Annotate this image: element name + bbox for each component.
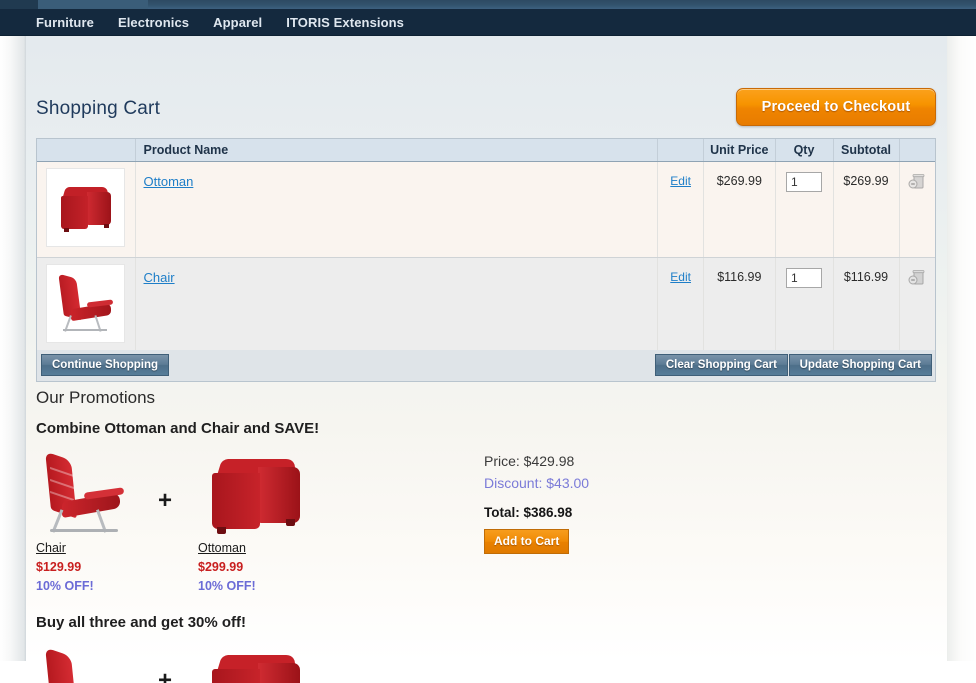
plus-separator-icon: + [158, 667, 173, 683]
product-link-chair[interactable]: Chair [144, 270, 175, 285]
ottoman-thumbnail-icon [46, 167, 126, 247]
cell-edit: Edit [657, 161, 705, 258]
table-header-row: Product Name Unit Price Qty Subtotal [37, 139, 935, 162]
top-navigation-bar: Furniture Electronics Apparel ITORIS Ext… [0, 9, 976, 36]
promotions-title: Our Promotions [36, 388, 156, 407]
cell-unit-price: $116.99 [703, 257, 776, 354]
table-row: Ottoman Edit $269.99 $269.99 [37, 161, 935, 258]
page-content-column: Shopping Cart Proceed to Checkout Produc… [26, 36, 947, 683]
promotion-item-discount: 10% OFF! [198, 579, 256, 593]
column-header-image [37, 139, 136, 162]
scroll-strip-segment-left [0, 0, 38, 9]
column-header-qty: Qty [775, 139, 834, 162]
promotion-heading: Buy all three and get 30% off! [36, 614, 247, 631]
trash-icon[interactable] [908, 172, 926, 190]
promotion-items: Chair $129.99 10% OFF! + Ottoman $299.99… [36, 451, 936, 593]
product-link-ottoman[interactable]: Ottoman [144, 174, 194, 189]
promotion-total: Total: $386.98 [484, 505, 573, 520]
proceed-to-checkout-button[interactable]: Proceed to Checkout [736, 88, 936, 126]
promotion-item-name[interactable]: Ottoman [198, 541, 328, 555]
promotion-item-chair [36, 647, 132, 683]
plus-separator-icon: + [158, 487, 173, 514]
page-title: Shopping Cart [36, 98, 161, 119]
promotion-price-panel: Price: $429.98 Discount: $43.00 Total: $… [484, 453, 744, 554]
cell-qty [775, 161, 834, 258]
page-left-gutter [0, 36, 26, 661]
cell-product-image [37, 161, 136, 258]
cart-actions-bar: Continue Shopping Clear Shopping Cart Up… [36, 350, 936, 382]
chair-thumbnail-icon [36, 451, 132, 537]
chair-thumbnail-icon [46, 263, 126, 343]
ottoman-thumbnail-icon [198, 647, 328, 683]
promotion-item-discount: 10% OFF! [36, 579, 94, 593]
cell-unit-price: $269.99 [703, 161, 776, 258]
cell-qty [775, 257, 834, 354]
promotion-item-name[interactable]: Chair [36, 541, 132, 555]
promotion-discount: Discount: $43.00 [484, 475, 590, 491]
chair-thumbnail-icon [36, 647, 132, 683]
edit-link[interactable]: Edit [670, 174, 691, 188]
column-header-unit-price: Unit Price [703, 139, 776, 162]
qty-input[interactable] [786, 171, 822, 192]
promotion-item-chair: Chair $129.99 10% OFF! [36, 451, 132, 593]
promotion-item-ottoman [198, 647, 328, 683]
browser-scroll-strip [0, 0, 976, 9]
update-shopping-cart-button[interactable]: Update Shopping Cart [788, 354, 932, 376]
page-frame: Shopping Cart Proceed to Checkout Produc… [0, 36, 976, 683]
column-header-subtotal: Subtotal [833, 139, 900, 162]
continue-shopping-button[interactable]: Continue Shopping [41, 354, 170, 376]
promotions-section: Our Promotions Combine Ottoman and Chair… [36, 388, 936, 593]
qty-input[interactable] [786, 267, 822, 288]
page-right-gutter [947, 36, 976, 661]
cell-remove [899, 161, 935, 258]
promotion-item-ottoman: Ottoman $299.99 10% OFF! [198, 451, 328, 593]
promotion-block-buy-all-three: Buy all three and get 30% off! + [36, 614, 936, 683]
cell-subtotal: $116.99 [833, 257, 900, 354]
promotion-block-combine: Combine Ottoman and Chair and SAVE! Chai… [36, 420, 936, 593]
nav-links: Furniture Electronics Apparel ITORIS Ext… [36, 9, 416, 36]
promotion-price: Price: $429.98 [484, 453, 575, 469]
clear-shopping-cart-button[interactable]: Clear Shopping Cart [654, 354, 788, 376]
table-row: Chair Edit $116.99 $116.99 [37, 257, 935, 354]
cell-product-name: Ottoman [135, 161, 659, 258]
column-header-edit [657, 139, 705, 162]
edit-link[interactable]: Edit [670, 270, 691, 284]
ottoman-thumbnail-icon [198, 451, 328, 537]
column-header-product-name: Product Name [135, 139, 659, 162]
nav-item-electronics[interactable]: Electronics [106, 9, 201, 36]
column-header-remove [899, 139, 935, 162]
cell-product-name: Chair [135, 257, 659, 354]
nav-item-itoris-extensions[interactable]: ITORIS Extensions [274, 9, 416, 36]
promotion-item-price: $299.99 [198, 560, 244, 574]
cell-product-image [37, 257, 136, 354]
cell-subtotal: $269.99 [833, 161, 900, 258]
shopping-cart-table: Product Name Unit Price Qty Subtotal Ott… [36, 138, 936, 355]
nav-item-apparel[interactable]: Apparel [201, 9, 274, 36]
trash-icon[interactable] [908, 268, 926, 286]
cell-edit: Edit [657, 257, 705, 354]
promotion-item-price: $129.99 [36, 560, 82, 574]
cart-header: Shopping Cart Proceed to Checkout [36, 88, 936, 140]
cell-remove [899, 257, 935, 354]
promotion-items: + Price: $1,029.97 [36, 647, 936, 683]
nav-item-furniture[interactable]: Furniture [36, 9, 106, 36]
add-to-cart-button[interactable]: Add to Cart [484, 529, 570, 554]
scroll-strip-segment-mid [38, 0, 148, 9]
promotion-heading: Combine Ottoman and Chair and SAVE! [36, 420, 320, 437]
